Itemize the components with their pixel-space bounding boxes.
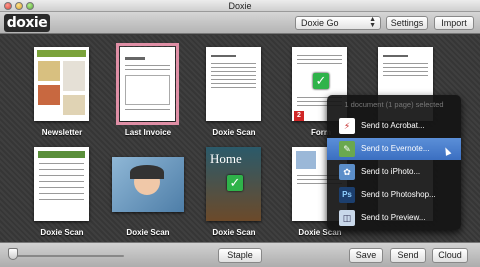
scan-caption: Doxie Scan: [40, 228, 84, 237]
toolbar: doxie Doxie Go ▲ ▼ Settings Import: [0, 12, 480, 34]
device-select[interactable]: Doxie Go ▲ ▼: [295, 16, 381, 30]
text-line: [125, 57, 145, 60]
checkmark-icon: ✓: [227, 175, 243, 191]
text-line: [211, 75, 256, 76]
send-button[interactable]: Send: [390, 248, 426, 263]
scan-thumbnail[interactable]: [112, 157, 184, 212]
menu-item-label: Send to Evernote...: [361, 144, 430, 153]
page-count-badge: 2: [294, 111, 304, 121]
send-menu: 1 document (1 page) selected ⚡ Send to A…: [327, 95, 461, 230]
text-line: [383, 67, 428, 68]
preview-icon: ◫: [339, 210, 355, 226]
menu-item-label: Send to Preview...: [361, 213, 426, 222]
scan-thumbnail[interactable]: [34, 47, 89, 121]
text-line: [383, 75, 428, 76]
text-line: [125, 69, 170, 70]
headphones: [130, 165, 164, 179]
title-bar: Doxie: [0, 0, 480, 12]
table-line: [39, 163, 84, 164]
newsletter-column: [63, 61, 85, 91]
text-line: [211, 83, 256, 84]
thumbnail-size-slider[interactable]: [14, 255, 124, 257]
text-line: [125, 109, 170, 110]
invoice-table: [125, 75, 170, 105]
scan-caption: Doxie Scan: [212, 228, 256, 237]
import-button[interactable]: Import: [434, 16, 474, 30]
spreadsheet-header: [38, 151, 85, 158]
text-line: [383, 63, 428, 64]
table-line: [39, 187, 84, 188]
staple-button[interactable]: Staple: [218, 248, 262, 263]
bottom-bar: Staple Save Send Cloud: [0, 242, 480, 267]
acrobat-icon: ⚡: [339, 118, 355, 134]
save-button[interactable]: Save: [349, 248, 383, 263]
text-line: [211, 55, 236, 57]
scan-caption: Doxie Scan: [126, 228, 170, 237]
text-line: [211, 79, 256, 80]
evernote-icon: ✎: [339, 141, 355, 157]
scan-item-newsletter[interactable]: Newsletter: [26, 45, 98, 140]
text-line: [211, 63, 256, 64]
text-line: [383, 55, 408, 57]
menu-item-label: Send to Acrobat...: [361, 121, 425, 130]
magazine-title: Home: [210, 151, 242, 166]
menu-header: 1 document (1 page) selected: [344, 100, 444, 109]
checkmark-icon: ✓: [313, 73, 329, 89]
text-line: [211, 87, 256, 88]
settings-button[interactable]: Settings: [386, 16, 428, 30]
table-line: [39, 181, 84, 182]
send-to-preview-item[interactable]: ◫ Send to Preview...: [327, 207, 461, 229]
menu-item-label: Send to Photoshop...: [361, 190, 436, 199]
select-arrows-icon: ▲ ▼: [369, 16, 376, 29]
newsletter-banner: [37, 50, 86, 57]
send-to-iphoto-item[interactable]: ✿ Send to iPhoto...: [327, 161, 461, 183]
text-line: [297, 55, 342, 56]
slider-knob[interactable]: [8, 248, 18, 260]
send-to-acrobat-item[interactable]: ⚡ Send to Acrobat...: [327, 115, 461, 137]
iphoto-icon: ✿: [339, 164, 355, 180]
cloud-button[interactable]: Cloud: [432, 248, 468, 263]
text-line: [297, 63, 342, 64]
table-line: [39, 169, 84, 170]
send-to-evernote-item[interactable]: ✎ Send to Evernote...: [327, 138, 461, 160]
menu-item-label: Send to iPhoto...: [361, 167, 421, 176]
send-to-photoshop-item[interactable]: Ps Send to Photoshop...: [327, 184, 461, 206]
doxie-logo: doxie: [4, 14, 50, 32]
scan-item-doxie-scan-2[interactable]: Doxie Scan: [26, 145, 98, 240]
scan-item-last-invoice[interactable]: Last Invoice: [112, 43, 184, 140]
text-line: [383, 71, 428, 72]
page-image: [296, 151, 316, 169]
text-line: [125, 65, 170, 66]
scan-caption: Newsletter: [41, 128, 83, 137]
window-title: Doxie: [228, 1, 252, 11]
text-line: [297, 59, 342, 60]
newsletter-image: [38, 61, 60, 81]
text-line: [211, 67, 256, 68]
scan-thumbnail[interactable]: [206, 47, 261, 121]
scan-caption: Doxie Scan: [212, 128, 256, 137]
device-select-value: Doxie Go: [301, 18, 339, 28]
text-line: [211, 71, 256, 72]
newsletter-image-2: [38, 85, 60, 105]
scan-thumbnail[interactable]: [34, 147, 89, 221]
scan-item-doxie-scan-4[interactable]: Home ✓ Doxie Scan: [198, 145, 270, 240]
scan-caption: Last Invoice: [124, 128, 172, 137]
scan-item-doxie-scan-3[interactable]: Doxie Scan: [112, 145, 184, 240]
table-line: [39, 175, 84, 176]
table-line: [39, 199, 84, 200]
newsletter-image-3: [63, 95, 85, 115]
scan-thumbnail[interactable]: [116, 43, 179, 125]
scan-item-doxie-scan-1[interactable]: Doxie Scan: [198, 45, 270, 140]
table-line: [39, 193, 84, 194]
photoshop-icon: Ps: [339, 187, 355, 203]
